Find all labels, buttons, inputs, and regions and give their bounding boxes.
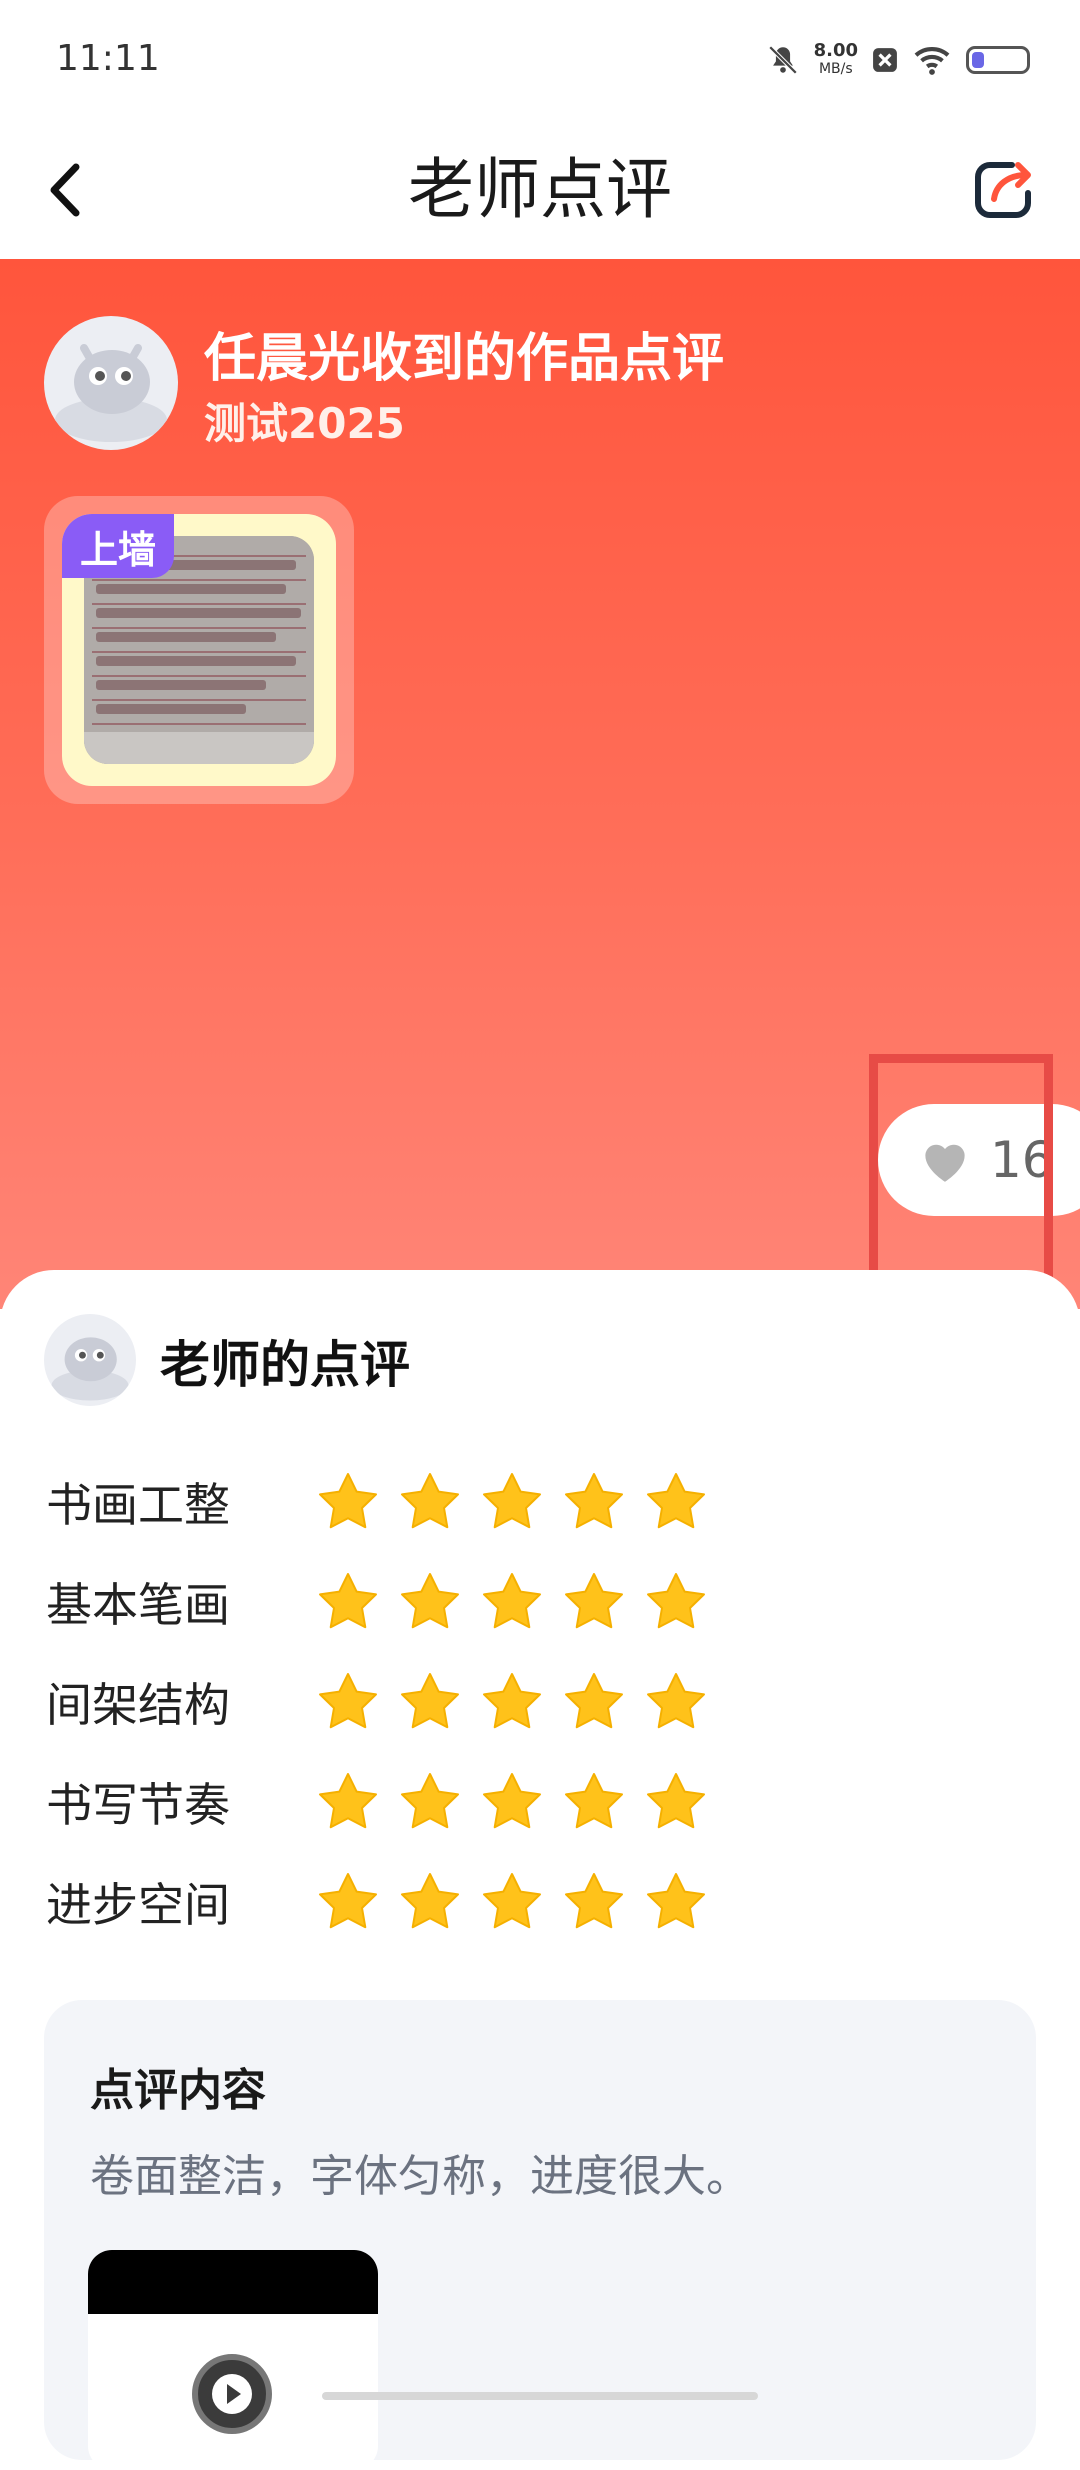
home-indicator[interactable] bbox=[322, 2392, 758, 2400]
status-icons: 8.00 MB/s bbox=[766, 42, 1030, 78]
star-icon bbox=[647, 1673, 705, 1729]
rating-row: 书画工整 bbox=[46, 1462, 708, 1542]
star-icon bbox=[483, 1473, 541, 1529]
play-icon[interactable] bbox=[192, 2354, 272, 2434]
star-icon bbox=[647, 1773, 705, 1829]
star-icon bbox=[483, 1573, 541, 1629]
star-icon bbox=[319, 1873, 377, 1929]
star-rating bbox=[316, 1770, 708, 1834]
rating-row: 进步空间 bbox=[46, 1862, 708, 1942]
star-icon bbox=[565, 1773, 623, 1829]
status-bar: 11:11 8.00 MB/s bbox=[0, 0, 1080, 125]
star-icon bbox=[483, 1773, 541, 1829]
teacher-avatar bbox=[44, 1314, 136, 1406]
video-preview bbox=[88, 2250, 378, 2314]
hero-subtitle: 测试2025 bbox=[204, 399, 405, 448]
rating-label: 进步空间 bbox=[46, 1878, 230, 1932]
close-box-icon bbox=[873, 48, 897, 72]
student-avatar bbox=[44, 316, 178, 450]
comment-text: 卷面整洁，字体匀称，进度很大。 bbox=[90, 2151, 750, 2202]
star-icon bbox=[319, 1573, 377, 1629]
rating-row: 书写节奏 bbox=[46, 1762, 708, 1842]
star-icon bbox=[483, 1873, 541, 1929]
battery-icon bbox=[966, 46, 1030, 74]
mascot-icon bbox=[55, 344, 167, 442]
rating-label: 书画工整 bbox=[46, 1478, 230, 1532]
page-title: 老师点评 bbox=[408, 151, 672, 228]
rating-row: 基本笔画 bbox=[46, 1562, 708, 1642]
star-rating bbox=[316, 1870, 708, 1934]
star-icon bbox=[483, 1673, 541, 1729]
star-icon bbox=[565, 1673, 623, 1729]
artwork-thumbnail[interactable]: 上墙 bbox=[44, 496, 354, 804]
comment-box: 点评内容 卷面整洁，字体匀称，进度很大。 bbox=[44, 2000, 1036, 2470]
star-icon bbox=[401, 1573, 459, 1629]
star-icon bbox=[401, 1773, 459, 1829]
review-heading: 老师的点评 bbox=[160, 1336, 410, 1394]
wifi-icon bbox=[914, 47, 950, 75]
star-icon bbox=[647, 1473, 705, 1529]
star-icon bbox=[319, 1473, 377, 1529]
mute-bell-icon bbox=[768, 45, 797, 75]
net-speed: 8.00 MB/s bbox=[813, 40, 858, 78]
star-icon bbox=[401, 1673, 459, 1729]
rating-label: 间架结构 bbox=[46, 1678, 230, 1732]
rating-label: 基本笔画 bbox=[46, 1578, 230, 1632]
comment-title: 点评内容 bbox=[90, 2065, 266, 2116]
star-rating bbox=[316, 1570, 708, 1634]
star-icon bbox=[565, 1573, 623, 1629]
star-rating bbox=[316, 1670, 708, 1734]
star-icon bbox=[401, 1473, 459, 1529]
video-thumbnail[interactable] bbox=[88, 2250, 378, 2470]
mascot-icon bbox=[51, 1337, 129, 1401]
star-icon bbox=[319, 1673, 377, 1729]
share-icon[interactable] bbox=[964, 149, 1044, 229]
star-icon bbox=[401, 1873, 459, 1929]
star-icon bbox=[319, 1773, 377, 1829]
star-rating bbox=[316, 1470, 708, 1534]
star-icon bbox=[565, 1873, 623, 1929]
rating-label: 书写节奏 bbox=[46, 1778, 230, 1832]
status-time: 11:11 bbox=[56, 38, 160, 79]
rating-row: 间架结构 bbox=[46, 1662, 708, 1742]
hero-title: 任晨光收到的作品点评 bbox=[204, 329, 725, 389]
on-wall-badge: 上墙 bbox=[62, 514, 174, 578]
nav-bar: 老师点评 bbox=[0, 125, 1080, 259]
star-icon bbox=[565, 1473, 623, 1529]
star-icon bbox=[647, 1873, 705, 1929]
star-icon bbox=[647, 1573, 705, 1629]
